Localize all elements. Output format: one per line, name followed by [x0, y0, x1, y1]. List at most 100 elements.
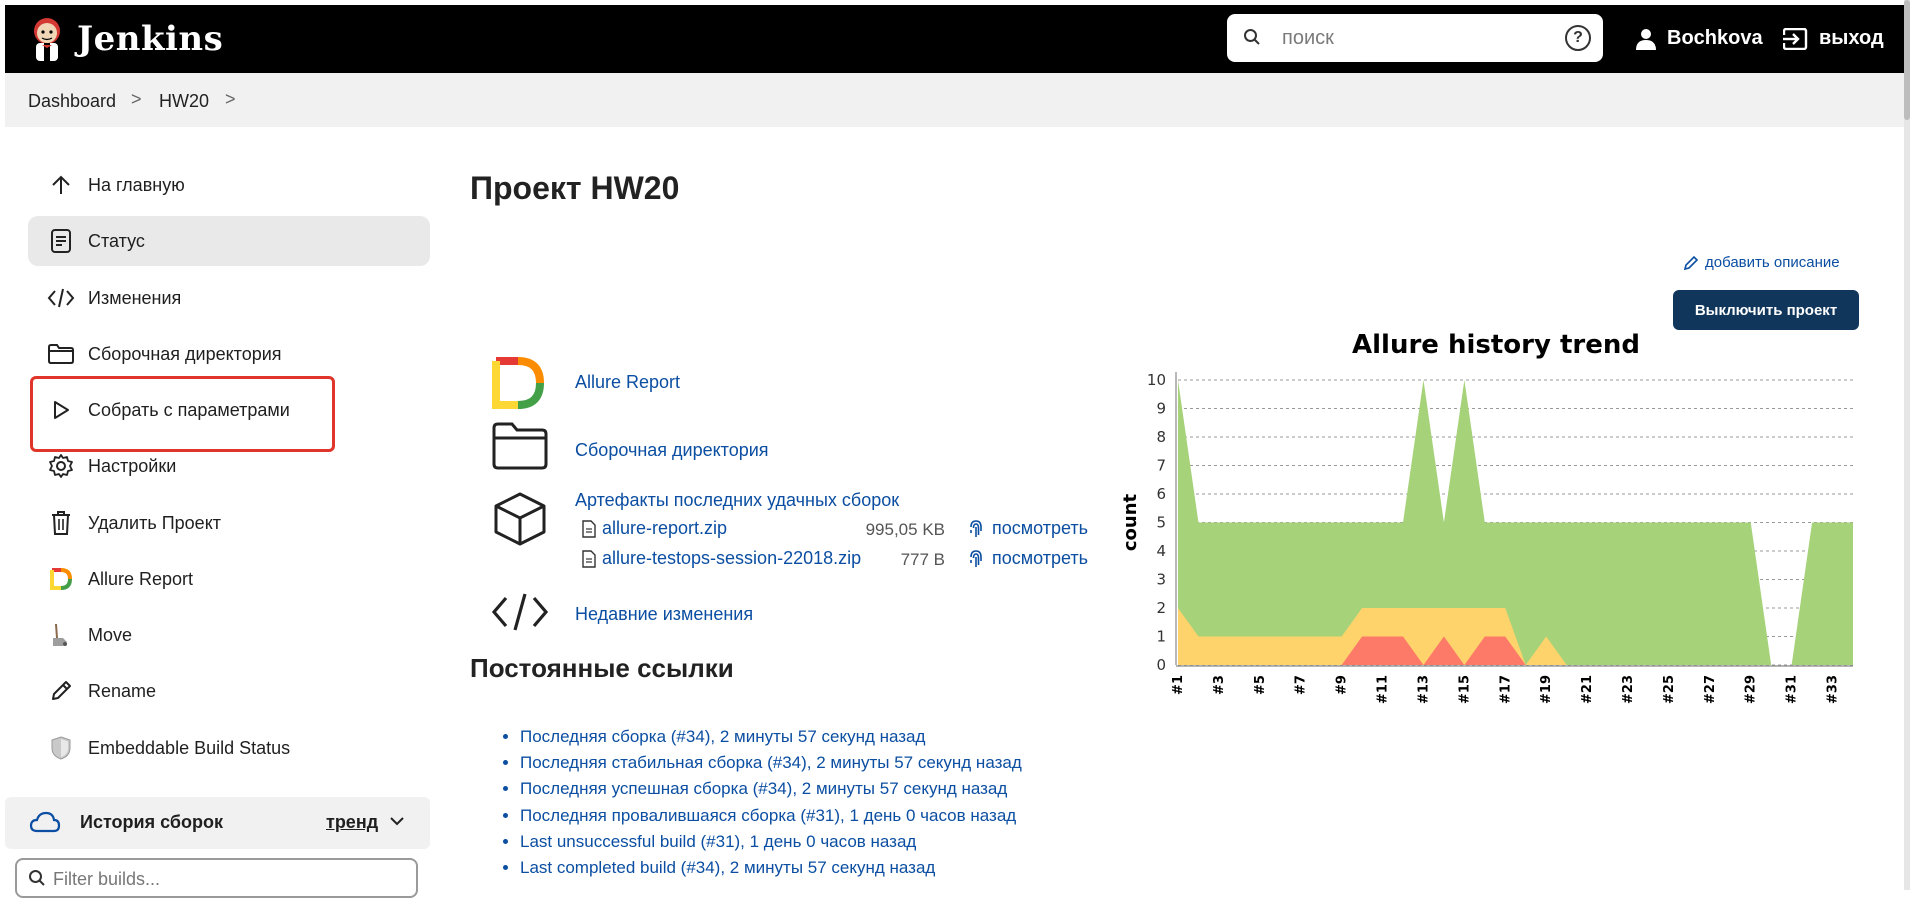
user-link[interactable]: Bochkova [1635, 27, 1763, 50]
page-title: Проект HW20 [470, 170, 680, 206]
x-tick-label: #21 [1580, 675, 1595, 704]
x-tick-label: #19 [1539, 675, 1554, 704]
file-icon [582, 519, 596, 538]
y-tick-label: 1 [1156, 628, 1166, 646]
view-artifact-link[interactable]: посмотреть [968, 518, 1088, 539]
y-tick-label: 2 [1156, 599, 1166, 617]
document-icon [44, 226, 78, 256]
x-tick-label: #5 [1253, 675, 1268, 695]
x-tick-label: #15 [1457, 675, 1472, 704]
disable-project-button[interactable]: Выключить проект [1673, 290, 1859, 330]
fingerprint-icon [970, 549, 982, 567]
trend-link[interactable]: тренд [326, 812, 378, 833]
x-tick-label: #23 [1621, 675, 1636, 704]
sidebar-item-label: Allure Report [88, 568, 194, 589]
sidebar-item-allure-report[interactable]: Allure Report [28, 554, 430, 604]
scrollbar-thumb[interactable] [1904, 0, 1910, 120]
code-icon [491, 593, 549, 631]
y-tick-label: 7 [1156, 457, 1166, 475]
logout-link[interactable]: выход [1783, 27, 1884, 50]
sidebar-item-delete-project[interactable]: Удалить Проект [28, 498, 430, 548]
sidebar-item-label: Статус [88, 230, 145, 251]
workspace-link[interactable]: Сборочная директория [575, 440, 769, 461]
pencil-icon [44, 676, 78, 706]
x-tick-label: #11 [1376, 675, 1391, 704]
search-icon [29, 870, 45, 886]
add-description-link[interactable]: добавить описание [1683, 254, 1840, 271]
help-icon[interactable]: ? [1565, 25, 1591, 51]
permalink[interactable]: Последняя стабильная сборка (#34), 2 мин… [520, 753, 1022, 772]
x-tick-label: #9 [1335, 675, 1350, 695]
code-icon [44, 283, 78, 313]
y-tick-label: 4 [1156, 542, 1166, 560]
cloud-icon [29, 811, 61, 833]
add-description-label: добавить описание [1705, 254, 1840, 271]
y-tick-label: 8 [1156, 428, 1166, 446]
search-input[interactable]: поиск [1282, 27, 1334, 50]
file-icon [582, 549, 596, 568]
sidebar-item-changes[interactable]: Изменения [28, 273, 430, 323]
chevron-down-icon[interactable] [389, 815, 405, 827]
recent-changes-link[interactable]: Недавние изменения [575, 604, 753, 625]
permalink[interactable]: Последняя сборка (#34), 2 минуты 57 секу… [520, 727, 925, 746]
permalink[interactable]: Last unsuccessful build (#31), 1 день 0 … [520, 832, 916, 851]
app-title: Jenkins [77, 19, 224, 59]
permalink[interactable]: Последняя успешная сборка (#34), 2 минут… [520, 779, 1007, 798]
fingerprint-icon [970, 519, 982, 537]
permalinks-list: Последняя сборка (#34), 2 минуты 57 секу… [504, 724, 1022, 881]
arrow-up-icon [44, 170, 78, 200]
chart-title: Allure history trend [1352, 330, 1640, 360]
permalinks-title: Постоянные ссылки [470, 653, 734, 683]
permalink[interactable]: Last completed build (#34), 2 минуты 57 … [520, 858, 935, 877]
sidebar-item-workspace[interactable]: Сборочная директория [28, 329, 430, 379]
sidebar-item-status[interactable]: Статус [28, 216, 430, 266]
x-tick-label: #25 [1662, 675, 1677, 704]
breadcrumb: Dashboard > HW20 > [5, 73, 1904, 127]
highlight-box [30, 376, 335, 452]
list-item: Последняя сборка (#34), 2 минуты 57 секу… [520, 724, 1022, 750]
view-artifact-link[interactable]: посмотреть [968, 548, 1088, 569]
move-icon [44, 620, 78, 650]
package-icon [494, 492, 546, 546]
logout-label: выход [1819, 27, 1884, 49]
breadcrumb-separator: > [225, 89, 236, 109]
y-tick-label: 9 [1156, 400, 1166, 418]
sidebar-item-move[interactable]: Move [28, 610, 430, 660]
artifacts-link[interactable]: Артефакты последних удачных сборок [575, 490, 899, 511]
x-tick-label: #3 [1212, 675, 1227, 695]
trash-icon [44, 508, 78, 538]
y-tick-label: 5 [1156, 514, 1166, 532]
build-history-header: История сборок тренд [5, 797, 430, 849]
page-scrollbar[interactable] [1904, 0, 1910, 890]
view-label: посмотреть [992, 548, 1089, 568]
top-header: Jenkins поиск ? Bochkova выход [5, 5, 1904, 73]
permalink[interactable]: Последняя провалившаяся сборка (#31), 1 … [520, 806, 1016, 825]
allure-report-link[interactable]: Allure Report [575, 372, 680, 393]
x-tick-label: #33 [1826, 675, 1841, 704]
search-box[interactable]: поиск ? [1227, 14, 1603, 62]
allure-icon [492, 357, 544, 409]
allure-history-trend-chart[interactable]: 0 1 2 3 4 5 6 7 8 9 10 #1 #3 #5 #7 #9 #11 #13 #15 #17 #19 #21… [1118, 358, 1858, 708]
folder-icon [492, 422, 548, 470]
user-icon [1636, 28, 1656, 50]
jenkins-logo[interactable]: Jenkins [27, 14, 223, 64]
x-tick-label: #29 [1744, 675, 1759, 704]
sidebar-item-home[interactable]: На главную [28, 160, 430, 210]
gear-icon [44, 451, 78, 481]
list-item: Последняя стабильная сборка (#34), 2 мин… [520, 750, 1022, 776]
breadcrumb-hw20[interactable]: HW20 [159, 91, 209, 112]
filter-builds-field[interactable]: Filter builds... [15, 858, 418, 898]
artifact-size: 777 B [900, 550, 945, 569]
shield-icon [44, 733, 78, 763]
artifact-file-link[interactable]: allure-report.zip [602, 518, 727, 539]
list-item: Последняя провалившаяся сборка (#31), 1 … [520, 803, 1022, 829]
sidebar-item-label: Embeddable Build Status [88, 737, 291, 758]
user-name: Bochkova [1667, 27, 1763, 49]
x-tick-label: #27 [1703, 675, 1718, 704]
sidebar-item-rename[interactable]: Rename [28, 666, 430, 716]
filter-builds-input[interactable]: Filter builds... [53, 869, 160, 890]
sidebar-item-embeddable-build-status[interactable]: Embeddable Build Status [28, 723, 430, 773]
breadcrumb-dashboard[interactable]: Dashboard [28, 91, 116, 112]
x-tick-label: #7 [1294, 675, 1309, 695]
y-axis-label: count [1120, 493, 1141, 551]
